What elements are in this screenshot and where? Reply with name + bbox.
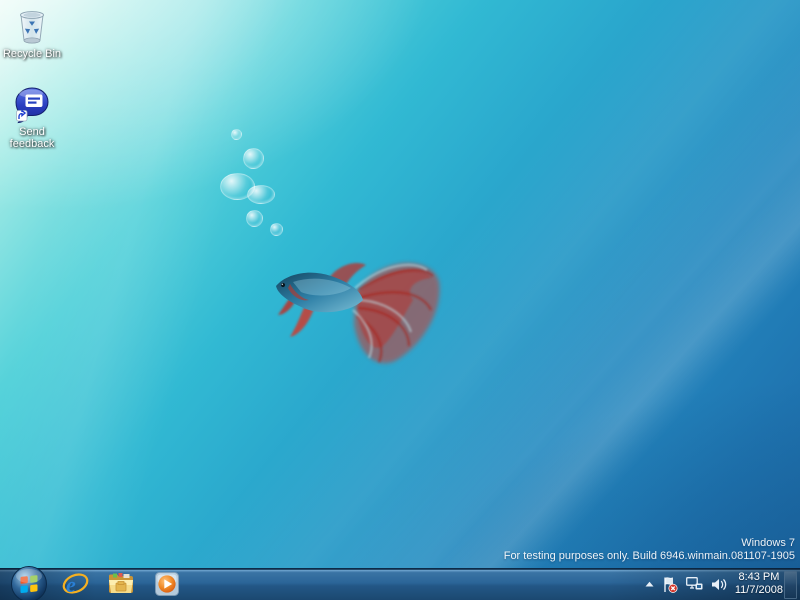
bubble [247, 185, 275, 204]
show-desktop-button[interactable] [784, 571, 797, 599]
send-feedback-label: Send feedback [0, 126, 64, 150]
network-button[interactable] [686, 577, 703, 591]
taskbar-button-internet-explorer[interactable]: e [52, 568, 98, 600]
windows-logo-icon [10, 565, 48, 600]
internet-explorer-icon: e [62, 571, 89, 598]
taskbar-clock[interactable]: 8:43 PM 11/7/2008 [735, 571, 783, 597]
recycle-bin-label: Recycle Bin [3, 48, 61, 60]
taskbar: e [0, 568, 800, 600]
taskbar-button-media-player[interactable] [144, 568, 190, 600]
bubble [246, 210, 263, 227]
send-feedback-icon [13, 86, 51, 124]
up-arrow-icon [645, 581, 654, 587]
bubble [270, 223, 283, 236]
bubble [231, 129, 242, 140]
flag-error-icon [662, 576, 678, 593]
desktop-icon-recycle-bin[interactable]: Recycle Bin [0, 6, 64, 60]
desktop-icon-send-feedback[interactable]: Send feedback [0, 86, 64, 150]
folder-icon [107, 572, 135, 596]
recycle-bin-icon [14, 6, 50, 46]
desktop: Recycle Bin Send feedback Windows 7 For … [0, 0, 800, 600]
speaker-icon [711, 578, 727, 591]
betta-fish-image [263, 238, 453, 378]
network-icon [686, 577, 703, 591]
shortcut-arrow-overlay [17, 111, 28, 122]
svg-text:e: e [66, 572, 76, 597]
media-player-icon [154, 571, 180, 597]
clock-date: 11/7/2008 [735, 584, 783, 597]
taskbar-button-windows-explorer[interactable] [98, 568, 144, 600]
taskbar-app-buttons: e [52, 568, 190, 600]
watermark-line2: For testing purposes only. Build 6946.wi… [504, 550, 795, 563]
volume-button[interactable] [711, 578, 727, 591]
action-center-button[interactable] [662, 576, 678, 593]
bubble [243, 148, 264, 169]
watermark-line1: Windows 7 [504, 537, 795, 550]
clock-time: 8:43 PM [735, 571, 783, 584]
start-button[interactable] [10, 565, 48, 600]
system-tray: 8:43 PM 11/7/2008 [645, 568, 783, 600]
show-hidden-icons-button[interactable] [645, 581, 654, 587]
build-watermark: Windows 7 For testing purposes only. Bui… [504, 537, 795, 563]
